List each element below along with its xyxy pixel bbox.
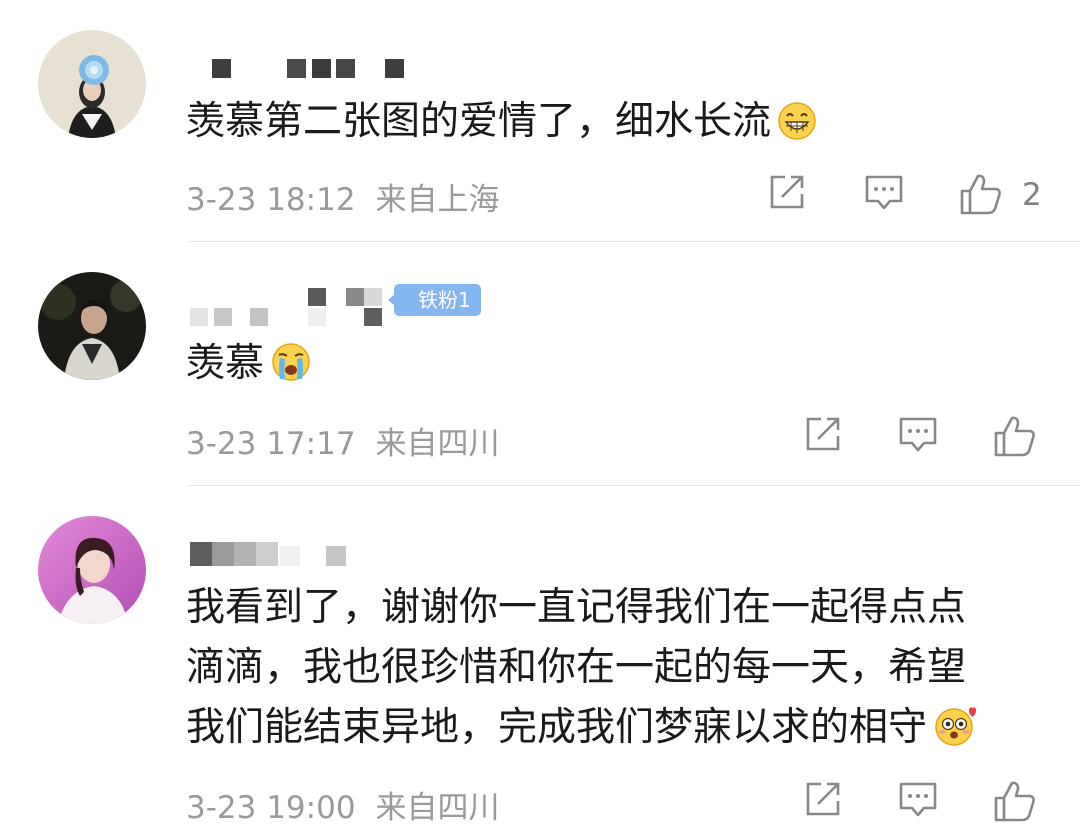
username[interactable] — [188, 52, 408, 82]
fan-badge[interactable]: 铁粉1 — [388, 284, 481, 316]
comment-meta: 3-23 18:12 来自上海 — [186, 174, 500, 219]
comment-icon[interactable] — [896, 778, 940, 824]
comment-item: 铁粉1 羡慕 3-23 17:17 来自四川 — [0, 242, 1080, 486]
share-icon[interactable] — [802, 413, 844, 459]
username[interactable] — [188, 286, 398, 330]
comment-date: 3-23 17:17 — [186, 426, 356, 462]
share-icon[interactable] — [802, 778, 844, 824]
comment-text: 羡慕 — [186, 334, 312, 401]
thumbs-up-icon[interactable] — [958, 171, 1004, 221]
comment-text: 羡慕第二张图的爱情了，细水长流 — [186, 92, 817, 159]
comment-icon[interactable] — [896, 413, 940, 459]
comment-location: 来自四川 — [375, 426, 500, 462]
comment-date: 3-23 19:00 — [186, 790, 356, 826]
comment-text-line: 我看到了，谢谢你一直记得我们在一起得点点 — [186, 585, 967, 630]
username[interactable] — [188, 538, 358, 568]
comment-item: 我看到了，谢谢你一直记得我们在一起得点点 滴滴，我也很珍惜和你在一起的每一天，希… — [0, 486, 1080, 834]
comment-location: 来自上海 — [375, 182, 500, 218]
avatar[interactable] — [38, 272, 146, 380]
heart-face-emoji-icon — [933, 703, 977, 765]
grinning-face-emoji-icon — [777, 99, 817, 159]
crying-face-emoji-icon — [270, 341, 312, 401]
thumbs-up-icon[interactable] — [992, 778, 1038, 828]
avatar[interactable] — [38, 516, 146, 624]
like-count: 2 — [1022, 177, 1042, 213]
comment-actions — [796, 778, 1056, 824]
comment-actions: 2 — [760, 171, 1080, 217]
share-icon[interactable] — [766, 171, 808, 217]
thumbs-up-icon[interactable] — [992, 413, 1038, 463]
comment-item: 羡慕第二张图的爱情了，细水长流 3-23 18:12 来自上海 2 — [0, 0, 1080, 242]
comment-meta: 3-23 19:00 来自四川 — [186, 782, 500, 827]
comment-actions — [796, 413, 1056, 459]
comment-text-line: 我们能结束异地，完成我们梦寐以求的相守 — [186, 705, 928, 750]
comment-icon[interactable] — [862, 171, 906, 217]
comment-text-line: 滴滴，我也很珍惜和你在一起的每一天，希望 — [186, 645, 967, 690]
comment-meta: 3-23 17:17 来自四川 — [186, 418, 500, 463]
comment-location: 来自四川 — [375, 790, 500, 826]
comment-date: 3-23 18:12 — [186, 182, 356, 218]
avatar[interactable] — [38, 30, 146, 138]
comment-text: 我看到了，谢谢你一直记得我们在一起得点点 滴滴，我也很珍惜和你在一起的每一天，希… — [186, 578, 977, 765]
